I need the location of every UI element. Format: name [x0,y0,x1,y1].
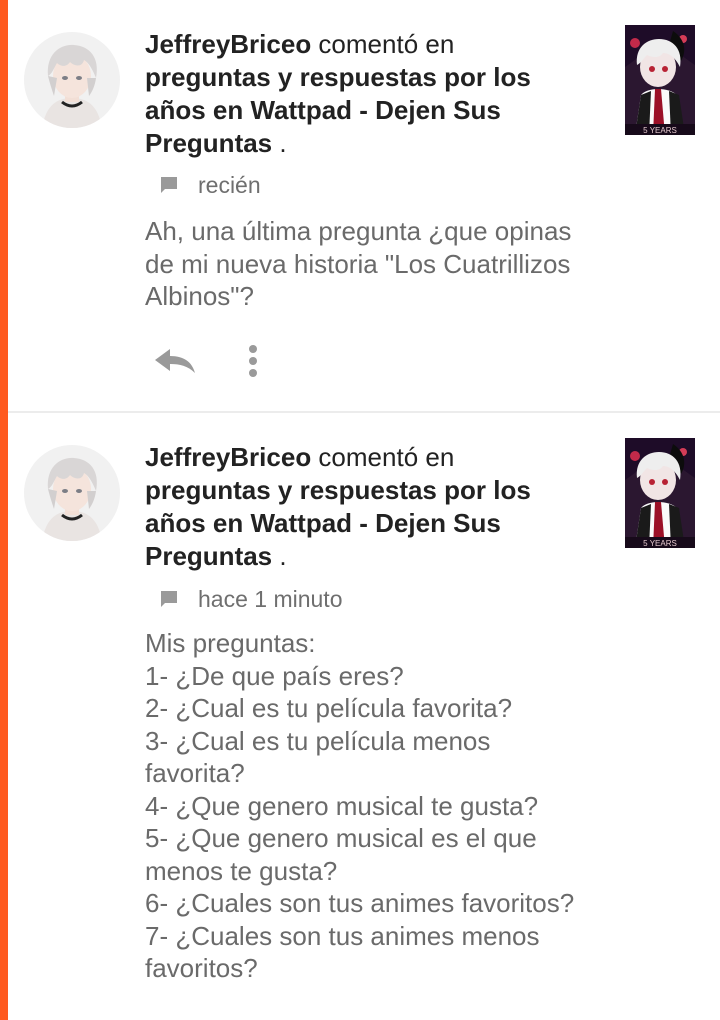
comment-text: Ah, una última pregunta ¿que opinas de m… [145,216,572,311]
notification-item[interactable]: JeffreyBriceo comentó en preguntas y res… [8,0,720,412]
notification-headline[interactable]: JeffreyBriceo comentó en preguntas y res… [145,28,575,160]
user-avatar[interactable] [24,32,120,128]
reply-button[interactable] [150,341,200,381]
notification-meta: hace 1 minuto [158,584,342,614]
story-cover-thumbnail[interactable]: 5 YEARS [625,438,695,548]
story-title-link[interactable]: preguntas y respuestas por los años en W… [145,62,531,158]
title-suffix: . [272,541,287,571]
comment-flag-icon [158,588,184,610]
svg-text:5 YEARS: 5 YEARS [643,126,677,135]
action-text: comentó en [311,442,455,472]
more-options-button[interactable] [238,339,268,383]
notification-headline[interactable]: JeffreyBriceo comentó en preguntas y res… [145,441,575,573]
story-title-link[interactable]: preguntas y respuestas por los años en W… [145,475,531,571]
notification-meta: recién [158,170,261,200]
title-suffix: . [272,128,287,158]
comment-text: Mis preguntas: 1- ¿De que país eres? 2- … [145,628,575,983]
username-link[interactable]: JeffreyBriceo [145,442,311,472]
accent-bar [0,0,8,1020]
svg-text:5 YEARS: 5 YEARS [643,539,677,548]
reply-icon [155,349,195,373]
timestamp: recién [198,171,261,198]
username-link[interactable]: JeffreyBriceo [145,29,311,59]
timestamp: hace 1 minuto [198,585,343,612]
comment-flag-icon [158,174,184,196]
action-text: comentó en [311,29,455,59]
more-vertical-icon [249,345,257,377]
notification-actions [150,336,268,386]
notification-item[interactable]: JeffreyBriceo comentó en preguntas y res… [8,413,720,1020]
user-avatar[interactable] [24,445,120,541]
story-cover-thumbnail[interactable]: 5 YEARS [625,25,695,135]
